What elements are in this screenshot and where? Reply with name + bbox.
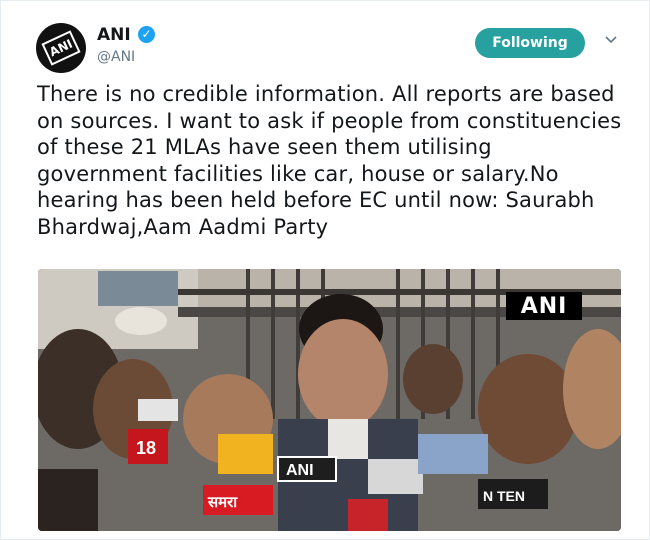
ani-logo: ANI (41, 30, 81, 66)
verified-badge-icon: ✓ (138, 26, 155, 43)
tweet-text: There is no credible information. All re… (37, 82, 622, 239)
svg-text:N TEN: N TEN (483, 488, 525, 504)
chevron-down-icon[interactable] (605, 34, 617, 46)
tweet-card: ANI ANI ✓ @ANI Following There is no cre… (0, 0, 650, 540)
avatar[interactable]: ANI (36, 23, 86, 73)
svg-text:18: 18 (136, 438, 156, 458)
following-button[interactable]: Following (475, 28, 585, 58)
svg-text:ANI: ANI (286, 462, 314, 479)
ani-watermark: ANI (506, 292, 582, 320)
svg-text:समरा: समरा (207, 494, 238, 511)
account-handle[interactable]: @ANI (97, 49, 135, 65)
account-name[interactable]: ANI (97, 25, 131, 45)
